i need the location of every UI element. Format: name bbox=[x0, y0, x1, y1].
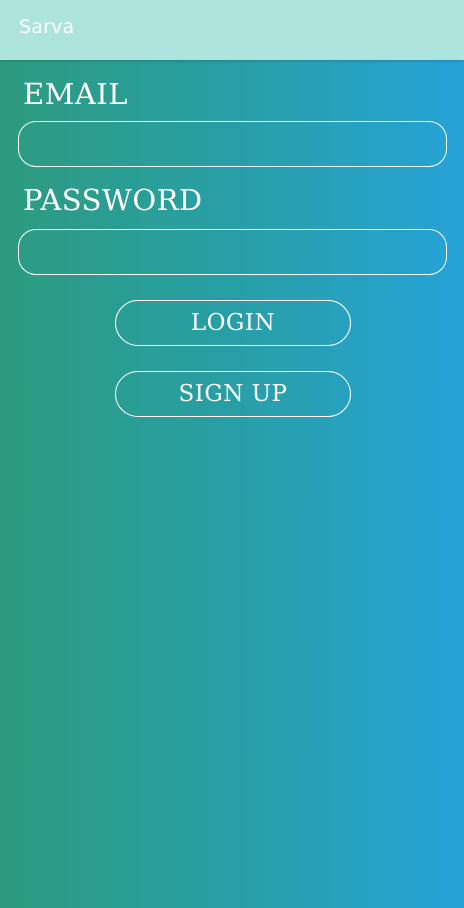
email-input[interactable] bbox=[18, 121, 447, 167]
login-button[interactable]: LOGIN bbox=[115, 300, 351, 346]
password-input[interactable] bbox=[18, 229, 447, 275]
email-label: EMAIL bbox=[23, 77, 129, 111]
app-screen: Sarva EMAIL PASSWORD LOGIN SIGN UP bbox=[0, 0, 464, 908]
app-bar: Sarva bbox=[0, 0, 464, 60]
login-form: EMAIL PASSWORD LOGIN SIGN UP bbox=[0, 60, 464, 908]
password-label: PASSWORD bbox=[23, 183, 203, 217]
signup-button[interactable]: SIGN UP bbox=[115, 371, 351, 417]
app-title: Sarva bbox=[19, 16, 75, 38]
